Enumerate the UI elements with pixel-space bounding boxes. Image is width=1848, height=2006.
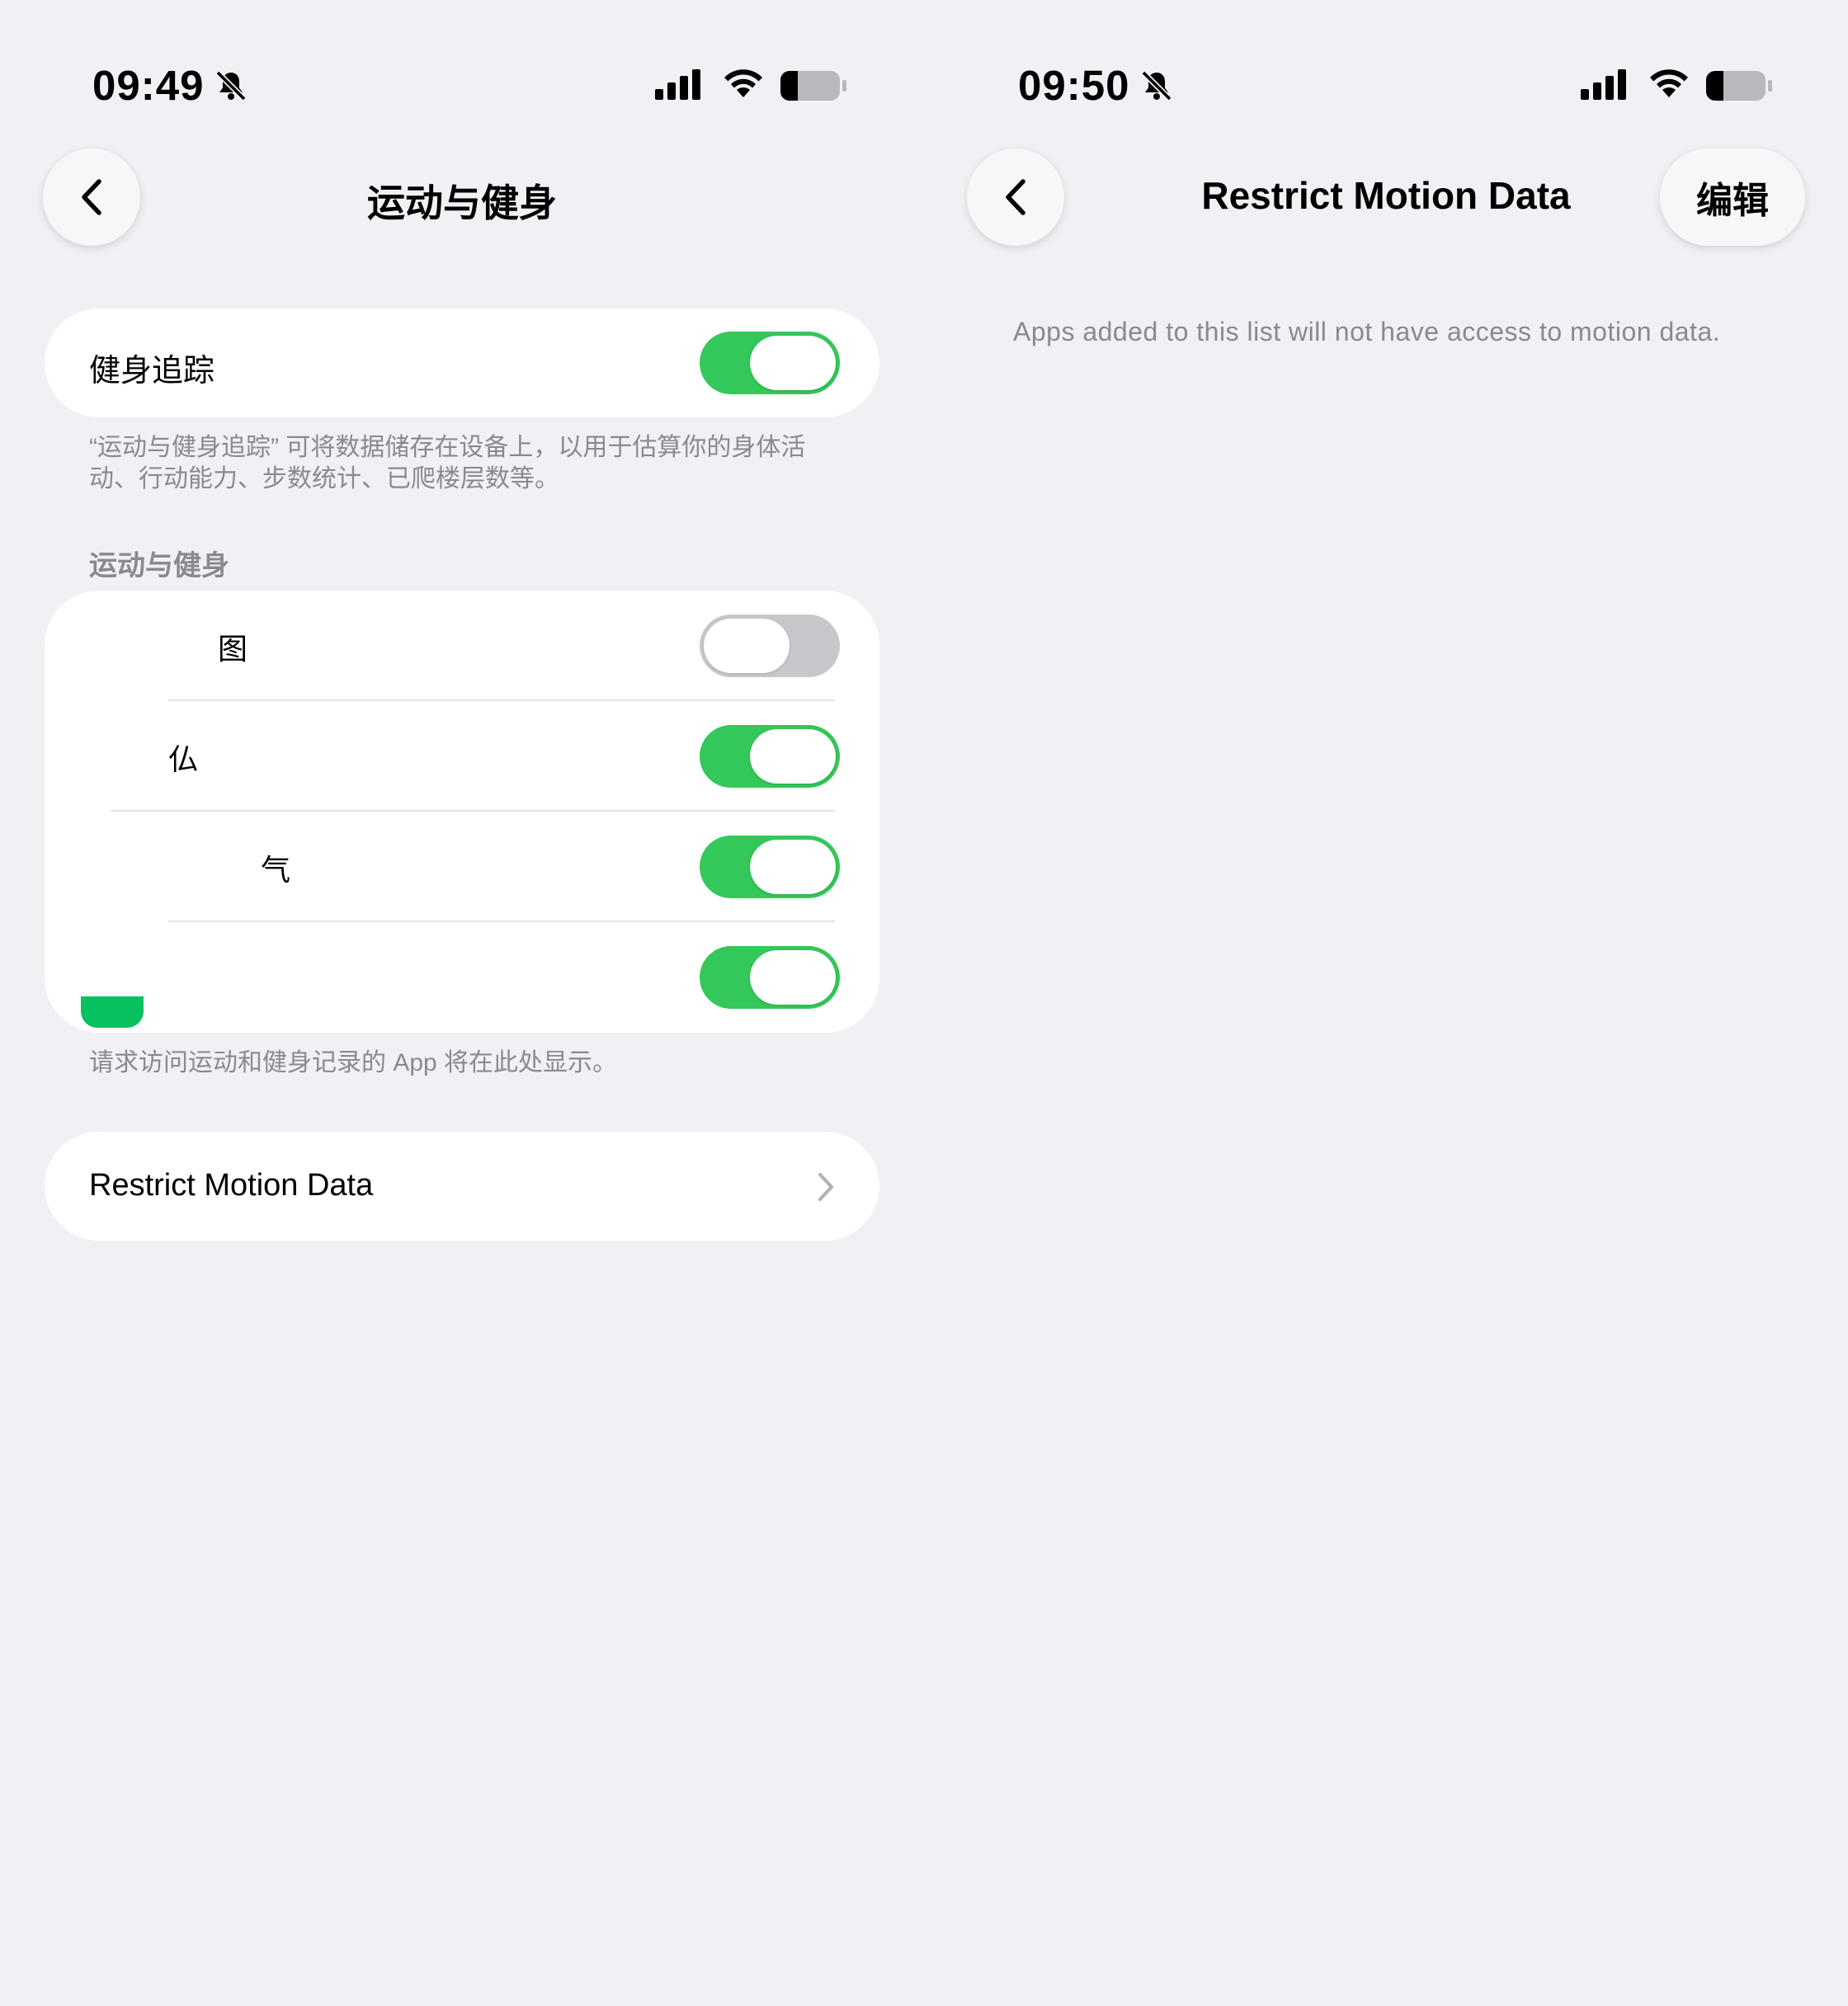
app-icon [89,607,167,685]
fitness-tracking-row: 健身追踪 [45,308,879,417]
battery-icon [780,71,846,101]
page-title: Restrict Motion Data [1201,174,1571,217]
app-toggle[interactable] [700,836,840,898]
app-icon [89,718,167,795]
restrict-motion-group: Restrict Motion Data [45,1132,879,1241]
app-name: 气 [261,853,291,887]
cellular-signal-icon [1581,69,1626,100]
fitness-tracking-toggle[interactable] [700,332,840,394]
app-name: 图 [218,632,248,666]
back-button[interactable] [43,148,140,246]
app-list-group: 图 仏 气 [45,591,879,1033]
nav-bar: Restrict Motion Data 编辑 [924,148,1848,247]
bell-muted-icon [1141,70,1172,101]
left-screen: 09:49 运动与健身 健身追踪 “运动与健身追踪” 可将数据储存在设备上，以用… [0,0,924,2006]
nav-bar: 运动与健身 [0,148,924,247]
list-item: 图 [45,591,879,701]
restrict-motion-label: Restrict Motion Data [89,1168,374,1203]
fitness-tracking-label: 健身追踪 [89,354,215,388]
wifi-icon [724,69,762,97]
page-title: 运动与健身 [367,181,557,224]
list-item: 气 [45,812,879,922]
screenshot-root: 09:49 运动与健身 健身追踪 “运动与健身追踪” 可将数据储存在设备上，以用… [0,0,1848,2006]
chevron-right-icon [818,1173,833,1201]
fitness-tracking-footnote: “运动与健身追踪” 可将数据储存在设备上，以用于估算你的身体活动、行动能力、步数… [89,434,806,492]
battery-icon [1706,71,1772,101]
app-toggle[interactable] [700,615,840,677]
list-item [45,922,879,1033]
app-toggle[interactable] [700,725,840,788]
app-name: 仏 [168,742,199,776]
chevron-left-icon [82,179,101,215]
restrict-info-text: Apps added to this list will not have ac… [1013,317,1721,346]
status-bar: 09:49 [0,51,924,117]
app-toggle[interactable] [700,946,840,1009]
app-icon [89,828,167,906]
app-icon [81,996,144,1028]
edit-button[interactable]: 编辑 [1660,148,1805,246]
cellular-signal-icon [655,69,700,100]
status-bar: 09:50 [924,51,1848,117]
status-time: 09:49 [92,62,205,109]
app-list-footnote: 请求访问运动和健身记录的 App 将在此处显示。 [89,1049,618,1076]
back-button[interactable] [967,148,1064,246]
restrict-motion-row[interactable]: Restrict Motion Data [45,1132,879,1241]
bell-muted-icon [215,70,247,101]
section-header: 运动与健身 [89,550,229,582]
right-screen: 09:50 Restrict Motion Data 编辑 Apps added… [924,0,1848,2006]
status-time: 09:50 [1018,62,1130,109]
list-item: 仏 [45,701,879,812]
chevron-left-icon [1006,179,1025,215]
wifi-icon [1650,69,1688,97]
fitness-tracking-group: 健身追踪 [45,308,879,417]
